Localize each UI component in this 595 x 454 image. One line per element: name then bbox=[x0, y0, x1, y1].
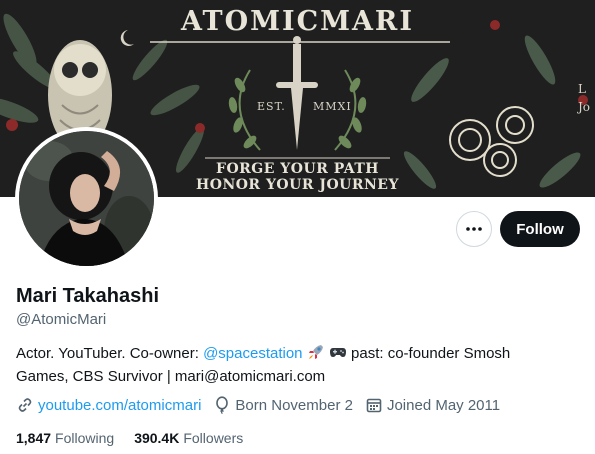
following-link[interactable]: 1,847 Following bbox=[16, 430, 114, 446]
followers-count: 390.4K bbox=[134, 430, 180, 446]
game-controller-emoji-icon bbox=[329, 343, 347, 367]
following-label: Following bbox=[55, 430, 115, 446]
birthday-item: Born November 2 bbox=[213, 396, 353, 414]
rocket-emoji-icon bbox=[307, 343, 325, 367]
more-options-button[interactable] bbox=[456, 211, 492, 247]
display-name: Mari Takahashi bbox=[16, 285, 160, 307]
website-item[interactable]: youtube.com/atomicmari bbox=[16, 396, 201, 414]
dagger-illustration bbox=[276, 36, 318, 150]
follow-button[interactable]: Follow bbox=[500, 211, 580, 247]
avatar-image bbox=[19, 131, 154, 266]
joined-text: Joined May 2011 bbox=[386, 396, 501, 414]
balloon-icon bbox=[216, 396, 229, 414]
avatar[interactable] bbox=[15, 127, 158, 270]
followers-link[interactable]: 390.4K Followers bbox=[134, 430, 243, 446]
following-count: 1,847 bbox=[16, 430, 52, 446]
profile-meta: youtube.com/atomicmari Born November 2 J… bbox=[16, 396, 512, 414]
banner-est: EST. bbox=[257, 100, 286, 113]
more-horizontal-icon bbox=[466, 227, 482, 231]
profile-bio: Actor. YouTuber. Co-owner: @spacestation… bbox=[16, 343, 511, 385]
profile-stats: 1,847 Following 390.4K Followers bbox=[16, 430, 263, 446]
followers-label: Followers bbox=[183, 430, 244, 446]
mention-link[interactable]: @spacestation bbox=[203, 345, 302, 362]
joined-item: Joined May 2011 bbox=[365, 396, 500, 414]
link-icon bbox=[18, 398, 32, 412]
banner-title: ATOMICMARI bbox=[181, 6, 414, 37]
banner-year: MMXI bbox=[313, 100, 352, 113]
banner-edge-text: L Jo bbox=[578, 82, 591, 114]
birthday-text: Born November 2 bbox=[235, 396, 353, 414]
user-handle: @AtomicMari bbox=[16, 311, 107, 328]
calendar-icon bbox=[366, 398, 382, 413]
website-link[interactable]: youtube.com/atomicmari bbox=[38, 397, 201, 414]
